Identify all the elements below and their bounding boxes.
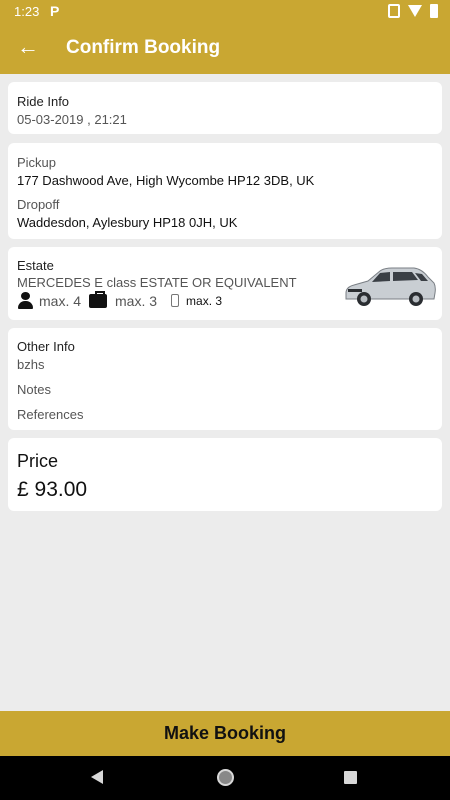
dropoff-address: Waddesdon, Aylesbury HP18 0JH, UK <box>17 215 238 230</box>
hand-luggage-capacity: max. 3 <box>186 293 223 308</box>
price-label: Price <box>17 451 59 471</box>
references-label: References <box>17 407 84 422</box>
other-info-value: bzhs <box>17 357 45 372</box>
back-arrow-icon[interactable]: ← <box>16 35 40 59</box>
passenger-icon <box>17 292 34 309</box>
vehicle-model: MERCEDES E class ESTATE OR EQUIVALENT <box>17 275 297 290</box>
notes-label: Notes <box>17 382 51 397</box>
vehicle-card: Estate MERCEDES E class ESTATE OR EQUIVA… <box>8 247 442 320</box>
ride-datetime: 05-03-2019 , 21:21 <box>17 112 127 127</box>
passenger-capacity: max. 4 <box>39 292 82 309</box>
route-card: Pickup 177 Dashwood Ave, High Wycombe HP… <box>8 143 442 239</box>
vibrate-icon <box>388 4 400 18</box>
nav-home-icon[interactable] <box>217 769 234 786</box>
battery-icon <box>430 4 438 18</box>
vehicle-capacity: max. 4 max. 3 max. 3 <box>17 290 223 309</box>
ride-info-card: Ride Info 05-03-2019 , 21:21 <box>8 82 442 134</box>
other-info-label: Other Info <box>17 339 75 354</box>
system-nav-bar <box>0 756 450 800</box>
hand-luggage-icon <box>171 294 180 307</box>
app-bar: ← Confirm Booking <box>0 24 450 74</box>
ride-info-label: Ride Info <box>17 94 70 109</box>
other-info-card: Other Info bzhs Notes References <box>8 328 442 430</box>
status-icons <box>388 4 438 18</box>
price-value: £ 93.00 <box>17 478 88 501</box>
vehicle-type: Estate <box>17 258 54 273</box>
car-image <box>345 267 436 306</box>
make-booking-button[interactable]: Make Booking <box>0 711 450 756</box>
status-bar: 1:23 P <box>0 0 450 24</box>
nav-back-icon[interactable] <box>91 770 103 784</box>
nav-recents-icon[interactable] <box>344 771 357 784</box>
pickup-address: 177 Dashwood Ave, High Wycombe HP12 3DB,… <box>17 173 315 188</box>
suitcase-capacity: max. 3 <box>115 292 158 309</box>
dropoff-label: Dropoff <box>17 197 60 212</box>
page-title: Confirm Booking <box>66 37 221 58</box>
wifi-icon <box>408 5 422 17</box>
pickup-label: Pickup <box>17 155 57 170</box>
parking-app-icon: P <box>50 3 60 19</box>
price-card: Price £ 93.00 <box>8 438 442 511</box>
status-time: 1:23 <box>14 4 40 19</box>
suitcase-icon <box>89 290 108 308</box>
booking-details: Ride Info 05-03-2019 , 21:21 Pickup 177 … <box>0 74 450 711</box>
